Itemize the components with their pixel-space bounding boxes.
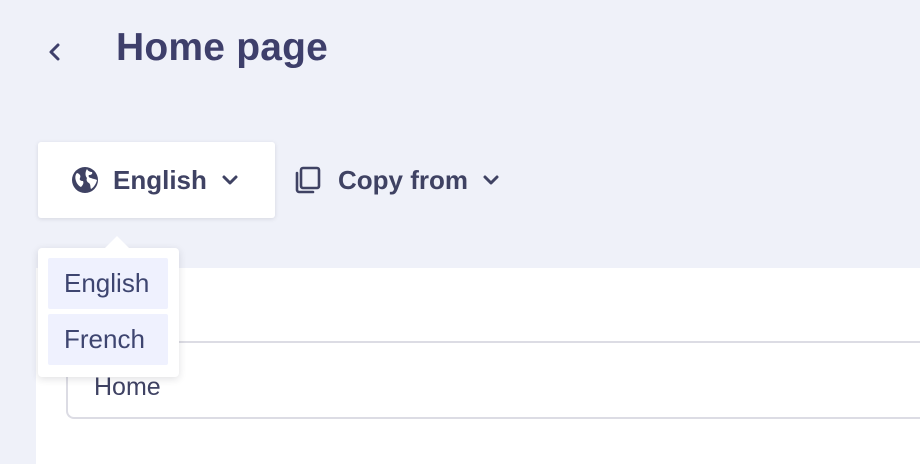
chevron-down-icon — [482, 174, 500, 186]
language-option-french[interactable]: French — [48, 314, 168, 365]
copy-from-label: Copy from — [338, 164, 468, 195]
language-dropdown-button[interactable]: English — [38, 142, 275, 218]
page-title: Home page — [116, 26, 329, 69]
chevron-down-icon — [221, 174, 239, 186]
language-dropdown-label: English — [113, 164, 207, 195]
copy-icon — [292, 165, 322, 195]
language-option-english[interactable]: English — [48, 258, 168, 309]
chevron-left-icon — [47, 41, 61, 63]
name-input[interactable] — [66, 341, 920, 419]
globe-icon — [71, 166, 99, 194]
copy-from-button[interactable]: Copy from — [292, 142, 500, 218]
language-menu-arrow — [104, 236, 130, 249]
back-button[interactable] — [36, 34, 72, 70]
language-menu: English French — [38, 248, 179, 377]
page: Home page English Copy from Home English… — [0, 0, 920, 464]
